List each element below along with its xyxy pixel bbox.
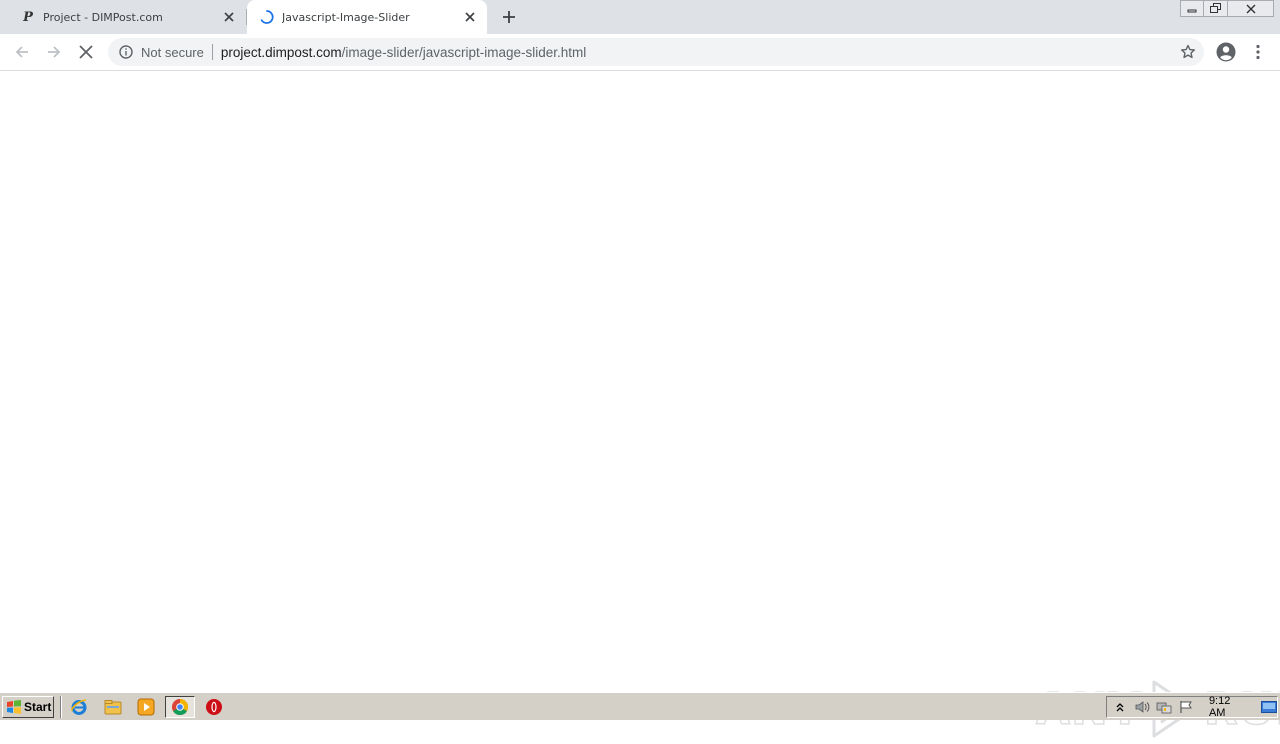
window-close-button[interactable]	[1228, 0, 1274, 17]
ie-quicklaunch[interactable]	[68, 697, 90, 717]
chrome-icon	[172, 698, 189, 716]
opera-quicklaunch[interactable]	[203, 697, 225, 717]
action-center-flag-icon[interactable]	[1178, 699, 1195, 715]
show-desktop-icon[interactable]	[1260, 699, 1277, 715]
favicon-letter: P	[23, 9, 33, 25]
url-host: project.dimpost.com	[220, 44, 342, 60]
tab-strip: P Project - DIMPost.com Javascript-Image…	[0, 0, 1280, 34]
minimize-button[interactable]	[1180, 0, 1204, 17]
stop-button[interactable]	[74, 40, 98, 64]
start-button[interactable]: Start	[2, 696, 54, 718]
explorer-quicklaunch[interactable]	[102, 697, 124, 717]
forward-icon	[48, 46, 61, 58]
forward-button[interactable]	[42, 40, 66, 64]
browser-toolbar: Not secure project.dimpost.com/image-sli…	[0, 34, 1280, 71]
omnibox-divider	[211, 44, 213, 60]
back-button[interactable]	[10, 40, 34, 64]
info-icon[interactable]	[118, 44, 134, 60]
minimize-icon	[1187, 9, 1197, 12]
window-controls	[1180, 0, 1274, 18]
stop-icon	[79, 45, 93, 59]
volume-icon[interactable]	[1134, 699, 1151, 715]
tab-title: Project - DIMPost.com	[43, 10, 163, 24]
start-label: Start	[24, 700, 52, 714]
back-icon	[15, 46, 28, 58]
menu-button[interactable]	[1250, 40, 1266, 64]
security-label[interactable]: Not secure	[141, 45, 204, 60]
tray-expand-icon[interactable]	[1112, 699, 1129, 715]
windows-logo-icon	[7, 700, 21, 714]
opera-icon	[206, 699, 222, 715]
profile-button[interactable]	[1215, 40, 1237, 64]
network-icon[interactable]	[1156, 699, 1173, 715]
close-icon[interactable]	[462, 9, 478, 25]
restore-button[interactable]	[1204, 0, 1228, 17]
windows-taskbar: Start 9:12 AM	[0, 692, 1280, 720]
close-icon[interactable]	[221, 9, 237, 25]
tab-title: Javascript-Image-Slider	[282, 10, 410, 24]
menu-icon	[1256, 44, 1260, 60]
loading-spinner-icon	[259, 9, 275, 25]
page-content: ANY RUN	[0, 72, 1280, 738]
media-player-icon	[137, 698, 155, 716]
url-text[interactable]: project.dimpost.com/image-slider/javascr…	[221, 45, 586, 60]
system-tray: 9:12 AM	[1106, 695, 1278, 719]
chrome-taskbar-button[interactable]	[165, 696, 195, 718]
new-tab-icon	[503, 11, 515, 23]
ie-icon	[71, 699, 87, 715]
url-path: /image-slider/javascript-image-slider.ht…	[341, 44, 587, 60]
tab-project-dimpost[interactable]: P Project - DIMPost.com	[8, 0, 246, 34]
dimpost-favicon-icon: P	[20, 9, 36, 25]
taskbar-divider	[60, 696, 62, 718]
profile-icon	[1216, 42, 1236, 62]
tab-javascript-image-slider[interactable]: Javascript-Image-Slider	[247, 0, 487, 34]
restore-icon	[1209, 3, 1221, 13]
explorer-icon	[104, 700, 122, 715]
close-icon	[1246, 4, 1255, 13]
media-player-quicklaunch[interactable]	[135, 697, 157, 717]
taskbar-clock[interactable]: 9:12 AM	[1209, 695, 1247, 719]
new-tab-button[interactable]	[498, 6, 520, 28]
address-bar[interactable]: Not secure project.dimpost.com/image-sli…	[108, 38, 1204, 66]
star-icon[interactable]	[1180, 44, 1196, 60]
